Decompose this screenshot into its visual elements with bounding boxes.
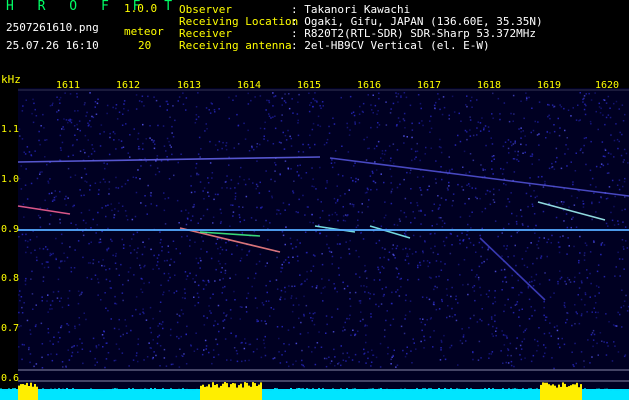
y-axis-unit: kHz [1, 73, 21, 86]
meteor-count-label: meteor [124, 25, 164, 38]
x-tick-label: 1617 [416, 80, 442, 91]
x-tick-label: 1612 [115, 80, 141, 91]
date-time: 25.07.26 16:10 [6, 39, 99, 52]
y-tick-label: 1.0 [1, 174, 20, 185]
x-tick-label: 1618 [476, 80, 502, 91]
y-tick-label: 0.9 [1, 224, 20, 235]
spectrogram-canvas [0, 88, 629, 400]
x-tick-label: 1611 [55, 80, 81, 91]
x-tick-label: 1619 [536, 80, 562, 91]
file-name: 2507261610.png [6, 21, 99, 34]
x-tick-label: 1614 [236, 80, 262, 91]
meteor-count-value: 20 [138, 39, 152, 52]
y-tick-label: 0.7 [1, 323, 20, 334]
app-version: 1.0.0 [124, 2, 158, 15]
y-tick-label: 1.1 [1, 124, 20, 135]
x-tick-label: 1616 [356, 80, 382, 91]
y-tick-label: 0.8 [1, 273, 20, 284]
antenna-label: Receiving antenna [179, 39, 292, 52]
x-tick-label: 1613 [176, 80, 202, 91]
x-tick-label: 1615 [296, 80, 322, 91]
x-tick-label: 1620 [594, 80, 620, 91]
y-tick-label: 0.6 [1, 373, 20, 384]
antenna-value: : 2el-HB9CV Vertical (el. E-W) [291, 39, 490, 52]
